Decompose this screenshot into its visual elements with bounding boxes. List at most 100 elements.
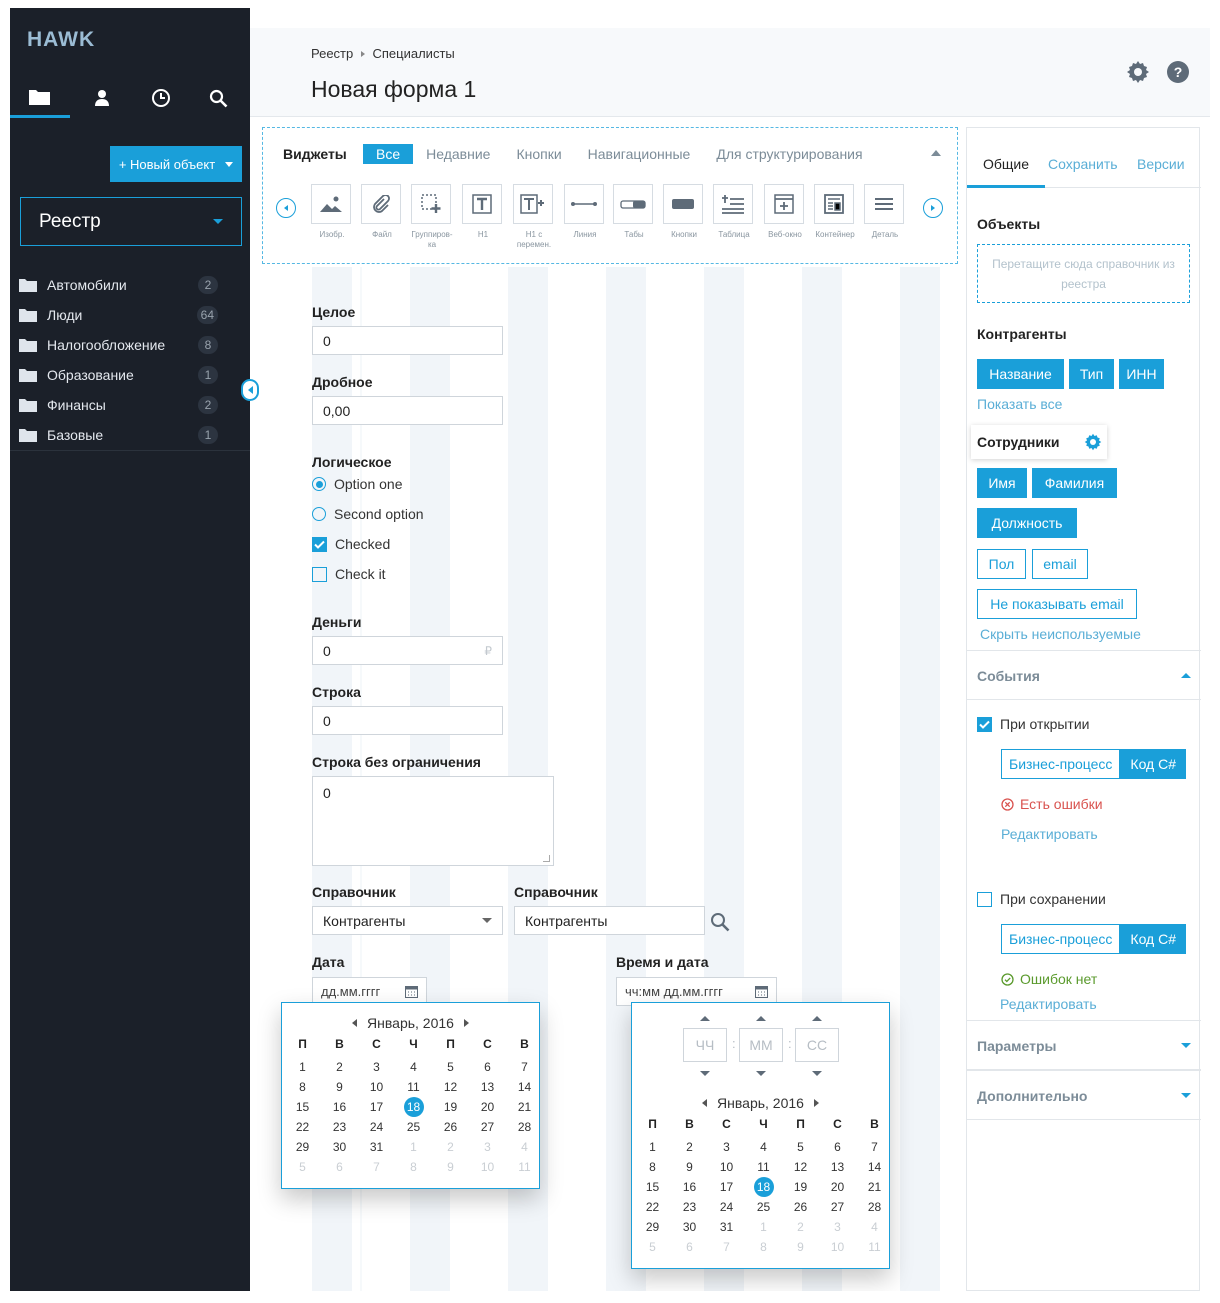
next-month-icon[interactable] (813, 1099, 819, 1107)
tab-registry[interactable] (10, 78, 70, 118)
calendar-day[interactable]: 9 (432, 1157, 469, 1177)
new-object-button[interactable]: + Новый объект (110, 146, 242, 182)
registry-select[interactable]: Реестр (20, 197, 242, 246)
calendar-day[interactable]: 21 (856, 1177, 893, 1197)
reference-select[interactable]: Контрагенты (312, 906, 503, 935)
event-on-save[interactable]: При сохранении (977, 891, 1106, 907)
widget-group[interactable]: Группиров-ка (411, 184, 453, 250)
widget-tab[interactable]: Недавние (413, 144, 503, 164)
edit-link[interactable]: Редактировать (1000, 996, 1097, 1012)
field-tag[interactable]: email (1032, 549, 1088, 579)
calendar-day[interactable]: 21 (506, 1097, 543, 1117)
calendar-icon[interactable] (755, 985, 768, 998)
calendar-day[interactable]: 5 (432, 1057, 469, 1077)
checkbox-unchecked[interactable]: Check it (312, 566, 386, 582)
calendar-day[interactable]: 30 (671, 1217, 708, 1237)
list-item[interactable]: Люди 64 (10, 300, 250, 330)
tab-users[interactable] (72, 78, 132, 118)
widget-container[interactable]: Контейнер (814, 184, 856, 240)
calendar-day[interactable]: 7 (856, 1137, 893, 1157)
calendar-day[interactable]: 28 (856, 1197, 893, 1217)
widgets-next-button[interactable] (923, 198, 943, 218)
prev-month-icon[interactable] (702, 1099, 708, 1107)
calendar-day[interactable]: 4 (745, 1137, 782, 1157)
radio-option-one[interactable]: Option one (312, 476, 403, 492)
calendar-day[interactable]: 10 (708, 1157, 745, 1177)
calendar-day[interactable]: 14 (856, 1157, 893, 1177)
calendar-day[interactable]: 13 (469, 1077, 506, 1097)
calendar-day[interactable]: 16 (671, 1177, 708, 1197)
list-item[interactable]: Налогообложение 8 (10, 330, 250, 360)
seconds-field[interactable]: СС (795, 1028, 839, 1062)
extra-section-header[interactable]: Дополнительно (967, 1070, 1201, 1120)
calendar-day[interactable]: 11 (506, 1157, 543, 1177)
calendar-day[interactable]: 8 (745, 1237, 782, 1257)
list-item[interactable]: Образование 1 (10, 360, 250, 390)
calendar-day[interactable]: 7 (506, 1057, 543, 1077)
field-tag[interactable]: Фамилия (1032, 468, 1117, 498)
field-tag[interactable]: Пол (977, 549, 1026, 579)
calendar-day[interactable]: 10 (469, 1157, 506, 1177)
business-process-button[interactable]: Бизнес-процесс (1001, 749, 1121, 779)
calendar-day[interactable]: 24 (708, 1197, 745, 1217)
field-tag[interactable]: ИНН (1119, 359, 1164, 389)
calendar-day[interactable]: 17 (358, 1097, 395, 1117)
calendar-day[interactable]: 1 (745, 1217, 782, 1237)
widget-file[interactable]: Файл (361, 184, 403, 240)
calendar-icon[interactable] (405, 985, 418, 998)
widget-buttons[interactable]: Кнопки (663, 184, 705, 240)
calendar-day[interactable]: 9 (782, 1237, 819, 1257)
search-icon[interactable] (710, 912, 730, 932)
next-month-icon[interactable] (463, 1019, 469, 1027)
tab-save[interactable]: Сохранить (1048, 156, 1118, 172)
widget-table[interactable]: Таблица (713, 184, 755, 240)
field-tag[interactable]: Не показывать email (977, 589, 1137, 619)
gear-icon[interactable] (1084, 433, 1102, 451)
calendar-day[interactable]: 22 (284, 1117, 321, 1137)
calendar-day[interactable]: 2 (321, 1057, 358, 1077)
calendar-day[interactable]: 29 (634, 1217, 671, 1237)
calendar-day[interactable]: 7 (358, 1157, 395, 1177)
prev-month-icon[interactable] (352, 1019, 358, 1027)
calendar-day[interactable]: 10 (358, 1077, 395, 1097)
calendar-day[interactable]: 8 (284, 1077, 321, 1097)
calendar-day[interactable]: 22 (634, 1197, 671, 1217)
calendar-day[interactable]: 2 (432, 1137, 469, 1157)
calendar-day[interactable]: 12 (432, 1077, 469, 1097)
code-csharp-button[interactable]: Код C# (1120, 749, 1187, 779)
checkbox-checked[interactable]: Checked (312, 536, 390, 552)
calendar-day[interactable]: 29 (284, 1137, 321, 1157)
tab-general[interactable]: Общие (983, 156, 1029, 172)
drop-zone[interactable]: Перетащите сюда справочник из реестра (977, 244, 1190, 303)
tab-search[interactable] (188, 78, 248, 118)
widget-h1[interactable]: H1 (462, 184, 504, 240)
calendar-day[interactable]: 31 (708, 1217, 745, 1237)
calendar-day[interactable]: 7 (708, 1237, 745, 1257)
calendar-day[interactable]: 9 (321, 1077, 358, 1097)
code-csharp-button[interactable]: Код C# (1120, 924, 1187, 954)
calendar-day[interactable]: 16 (321, 1097, 358, 1117)
calendar-day[interactable]: 6 (321, 1157, 358, 1177)
widget-tab[interactable]: Все (363, 144, 414, 164)
widget-webview[interactable]: Веб-окно (764, 184, 806, 240)
calendar-day[interactable]: 5 (634, 1237, 671, 1257)
calendar-day[interactable]: 24 (358, 1117, 395, 1137)
breadcrumb-item[interactable]: Реестр (311, 46, 353, 61)
calendar-day[interactable]: 20 (819, 1177, 856, 1197)
field-tag[interactable]: Имя (977, 468, 1027, 498)
calendar-day[interactable]: 26 (432, 1117, 469, 1137)
chevron-up-icon[interactable] (756, 1016, 766, 1021)
calendar-day[interactable]: 4 (506, 1137, 543, 1157)
calendar-day[interactable]: 6 (469, 1057, 506, 1077)
calendar-day[interactable]: 3 (358, 1057, 395, 1077)
chevron-down-icon[interactable] (812, 1071, 822, 1076)
calendar-day[interactable]: 15 (284, 1097, 321, 1117)
widget-tabs[interactable]: Табы (613, 184, 655, 240)
list-item[interactable]: Базовые 1 (10, 420, 250, 450)
calendar-day[interactable]: 1 (395, 1137, 432, 1157)
calendar-day[interactable]: 14 (506, 1077, 543, 1097)
help-icon[interactable]: ? (1166, 60, 1190, 84)
resize-handle-icon[interactable] (543, 855, 550, 862)
calendar-day[interactable]: 20 (469, 1097, 506, 1117)
calendar-day[interactable]: 8 (395, 1157, 432, 1177)
